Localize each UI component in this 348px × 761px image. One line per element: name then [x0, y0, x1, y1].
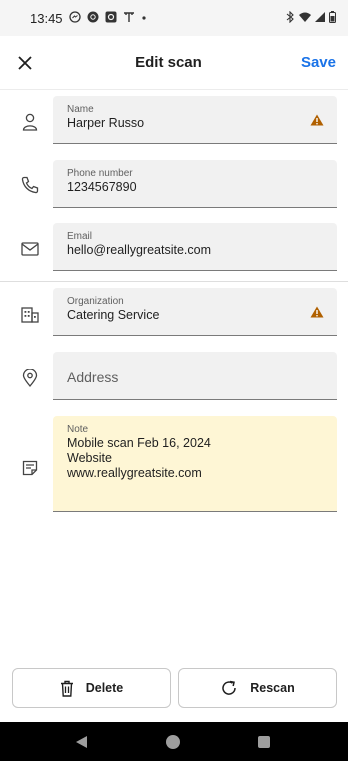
phone-icon	[20, 175, 40, 195]
person-icon	[20, 112, 40, 132]
name-field[interactable]: Name Harper Russo	[53, 96, 337, 144]
refresh-icon	[222, 680, 237, 695]
page-title: Edit scan	[135, 54, 202, 71]
camera-icon	[105, 11, 117, 26]
email-value: hello@reallygreatsite.com	[67, 243, 212, 257]
phone-label: Phone number	[67, 168, 133, 179]
note-icon	[20, 458, 40, 478]
recents-icon[interactable]	[258, 736, 270, 748]
rescan-button[interactable]: Rescan	[178, 668, 337, 708]
building-icon	[20, 304, 40, 324]
messenger-icon	[68, 10, 81, 26]
trash-icon	[60, 680, 73, 697]
delete-button[interactable]: Delete	[12, 668, 171, 708]
rescan-label: Rescan	[250, 681, 295, 695]
note-line: Website	[67, 451, 112, 465]
note-line: Mobile scan Feb 16, 2024	[67, 436, 211, 450]
warning-icon	[310, 305, 324, 323]
phone-field[interactable]: Phone number 1234567890	[53, 160, 337, 208]
warning-icon	[310, 113, 324, 131]
name-value: Harper Russo	[67, 116, 145, 130]
close-button[interactable]	[14, 52, 36, 74]
save-button[interactable]: Save	[301, 54, 336, 71]
mail-icon	[20, 239, 40, 259]
bottom-action-bar: Delete Rescan	[0, 658, 348, 722]
top-app-bar: Edit scan Save	[0, 36, 348, 90]
home-icon[interactable]	[166, 735, 180, 749]
email-field[interactable]: Email hello@reallygreatsite.com	[53, 223, 337, 271]
email-label: Email	[67, 231, 93, 242]
note-line: www.reallygreatsite.com	[67, 466, 202, 480]
organization-value: Catering Service	[67, 308, 160, 322]
status-time: 13:45	[30, 10, 63, 26]
bluetooth-icon	[285, 10, 295, 26]
location-pin-icon	[20, 368, 40, 388]
signal-icon	[315, 11, 325, 25]
wifi-icon	[299, 12, 311, 25]
address-placeholder: Address	[67, 369, 119, 385]
note-field[interactable]: Note Mobile scan Feb 16, 2024 Website ww…	[53, 416, 337, 512]
status-right	[285, 10, 336, 26]
back-icon[interactable]	[75, 735, 89, 754]
battery-icon	[329, 10, 336, 26]
address-field[interactable]: Address	[53, 352, 337, 400]
name-label: Name	[67, 104, 94, 115]
system-nav-bar	[0, 722, 348, 761]
organization-label: Organization	[67, 296, 124, 307]
note-label: Note	[67, 424, 89, 435]
organization-field[interactable]: Organization Catering Service	[53, 288, 337, 336]
section-divider	[0, 281, 348, 282]
antenna-icon	[123, 11, 135, 26]
dot-icon	[141, 12, 147, 24]
phone-value: 1234567890	[67, 180, 137, 194]
close-icon	[18, 55, 32, 70]
delete-label: Delete	[85, 681, 124, 695]
status-left: 13:45	[30, 11, 147, 26]
instagram-icon	[87, 11, 99, 26]
status-bar: 13:45	[0, 0, 348, 36]
